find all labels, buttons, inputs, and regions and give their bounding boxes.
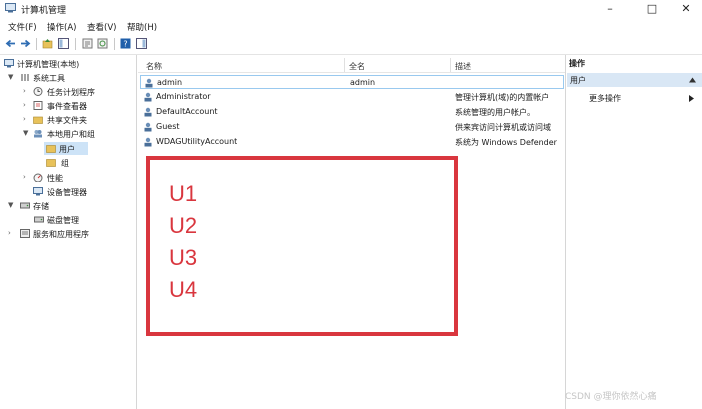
menu-bar: 文件(F) 操作(A) 查看(V) 帮助(H) bbox=[0, 18, 702, 34]
show-action-pane-icon[interactable] bbox=[136, 38, 147, 49]
actions-section-users[interactable]: 用户 bbox=[567, 73, 702, 87]
toolbar-divider bbox=[114, 38, 115, 50]
tree-item-root[interactable]: 计算机管理(本地) bbox=[17, 59, 79, 70]
show-tree-icon[interactable] bbox=[58, 38, 69, 49]
computer-icon bbox=[4, 59, 14, 68]
column-header-fullname[interactable]: 全名 bbox=[349, 61, 365, 72]
tree-item-label: 用户 bbox=[59, 145, 75, 154]
annotation-label: U4 bbox=[169, 277, 198, 302]
column-divider[interactable] bbox=[450, 58, 451, 72]
table-row[interactable]: WDAGUtilityAccount 系统为 Windows Defender bbox=[140, 135, 564, 149]
actions-pane: 操作 用户 更多操作 bbox=[567, 55, 702, 409]
help-icon[interactable]: ? bbox=[120, 38, 131, 49]
column-header-row: 名称 全名 描述 bbox=[138, 58, 565, 73]
disk-management-icon bbox=[34, 216, 44, 223]
folder-icon bbox=[46, 159, 56, 167]
user-icon bbox=[144, 137, 152, 147]
event-log-icon bbox=[33, 101, 43, 110]
annotation-label: U1 bbox=[169, 181, 198, 206]
clock-icon bbox=[33, 87, 43, 96]
actions-section-label: 用户 bbox=[570, 76, 586, 85]
back-arrow-icon[interactable] bbox=[5, 38, 16, 49]
user-icon bbox=[145, 78, 153, 88]
row-description: 供来宾访问计算机或访问域 bbox=[455, 123, 551, 132]
row-name: Administrator bbox=[156, 92, 211, 101]
column-header-description[interactable]: 描述 bbox=[455, 61, 471, 72]
title-bar: 计算机管理 – □ ✕ bbox=[0, 0, 702, 18]
row-name: DefaultAccount bbox=[156, 107, 218, 116]
maximize-button[interactable]: □ bbox=[637, 1, 667, 17]
computer-management-icon bbox=[5, 3, 16, 13]
refresh-icon[interactable] bbox=[97, 38, 108, 49]
folder-icon bbox=[46, 145, 56, 153]
toolbar: ? bbox=[0, 34, 702, 55]
storage-icon bbox=[20, 202, 30, 209]
tools-icon bbox=[21, 74, 29, 81]
table-row[interactable]: DefaultAccount 系统管理的用户帐户。 bbox=[140, 105, 564, 119]
menu-help[interactable]: 帮助(H) bbox=[127, 21, 157, 33]
user-icon bbox=[144, 122, 152, 132]
more-actions-link[interactable]: 更多操作 bbox=[589, 93, 621, 104]
annotation-label: U3 bbox=[169, 245, 198, 270]
menu-view[interactable]: 查看(V) bbox=[87, 21, 116, 33]
row-description: 管理计算机(域)的内置帐户 bbox=[455, 93, 550, 102]
row-name: admin bbox=[157, 78, 183, 87]
tree-item-device-manager[interactable]: 设备管理器 bbox=[47, 187, 87, 198]
user-icon bbox=[144, 92, 152, 102]
navigation-tree: 计算机管理(本地) ▼ 系统工具 › 任务计划程序 › 事件查看器 › 共享文件夹 ▼ 本… bbox=[0, 55, 137, 409]
table-row[interactable]: admin admin bbox=[140, 75, 564, 89]
menu-file[interactable]: 文件(F) bbox=[8, 21, 37, 33]
toolbar-divider bbox=[36, 38, 37, 50]
shared-folder-icon bbox=[33, 116, 43, 124]
toolbar-divider bbox=[75, 38, 76, 50]
up-folder-icon[interactable] bbox=[42, 38, 53, 49]
users-group-icon bbox=[34, 130, 42, 138]
svg-text:?: ? bbox=[123, 40, 127, 49]
row-fullname: admin bbox=[350, 78, 376, 87]
tree-item-disk-management[interactable]: 磁盘管理 bbox=[47, 215, 79, 226]
menu-action[interactable]: 操作(A) bbox=[47, 21, 76, 33]
tree-item-groups[interactable]: 组 bbox=[61, 158, 69, 169]
properties-icon[interactable] bbox=[82, 38, 93, 49]
watermark: CSDN @理你依然心痛 bbox=[565, 392, 657, 402]
close-button[interactable]: ✕ bbox=[671, 1, 701, 17]
column-divider[interactable] bbox=[344, 58, 345, 72]
row-description: 系统为 Windows Defender bbox=[455, 138, 557, 147]
table-row[interactable]: Guest 供来宾访问计算机或访问域 bbox=[140, 120, 564, 134]
column-header-name[interactable]: 名称 bbox=[146, 61, 162, 72]
collapse-up-icon[interactable] bbox=[689, 77, 696, 83]
table-row[interactable]: Administrator 管理计算机(域)的内置帐户 bbox=[140, 90, 564, 104]
services-icon bbox=[20, 229, 30, 238]
submenu-arrow-icon bbox=[689, 95, 694, 102]
row-name: WDAGUtilityAccount bbox=[156, 137, 238, 146]
annotation-label: U2 bbox=[169, 213, 198, 238]
forward-arrow-icon[interactable] bbox=[20, 38, 31, 49]
performance-icon bbox=[33, 173, 43, 182]
window-title: 计算机管理 bbox=[21, 6, 67, 16]
annotation-box: U1 U2 U3 U4 bbox=[146, 156, 458, 336]
minimize-button[interactable]: – bbox=[595, 1, 625, 17]
actions-header: 操作 bbox=[569, 59, 585, 68]
row-description: 系统管理的用户帐户。 bbox=[455, 108, 535, 117]
row-name: Guest bbox=[156, 122, 180, 131]
device-manager-icon bbox=[33, 187, 43, 196]
user-icon bbox=[144, 107, 152, 117]
tree-item-users[interactable]: 用户 bbox=[44, 142, 88, 155]
